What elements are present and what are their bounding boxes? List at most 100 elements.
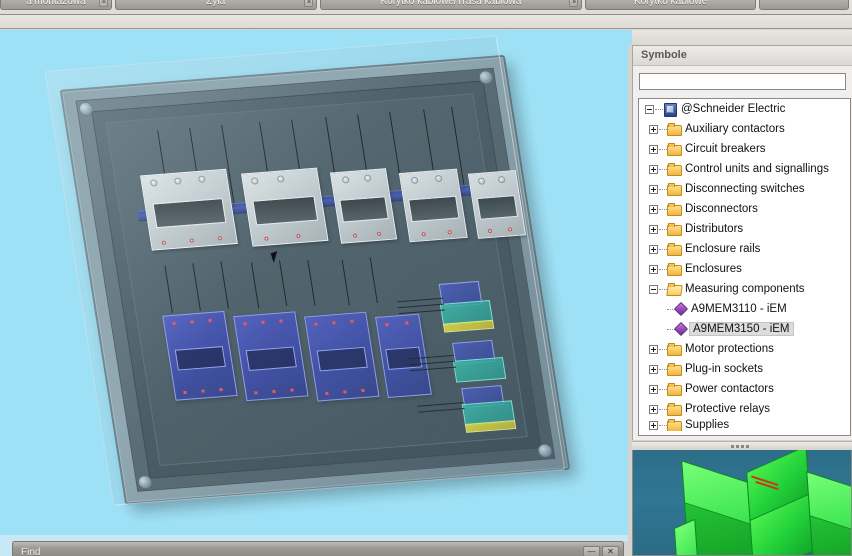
tree-item-measuring-components[interactable]: Measuring components bbox=[639, 279, 850, 299]
expand-toggle-icon[interactable] bbox=[649, 420, 658, 430]
folder-icon bbox=[667, 363, 682, 376]
tab-zyla[interactable]: Żyła ⇲ bbox=[114, 0, 317, 10]
tree-connector bbox=[659, 408, 667, 410]
symbols-tree[interactable]: @Schneider Electric Auxiliary contactors… bbox=[638, 98, 851, 436]
expand-toggle-icon[interactable] bbox=[649, 184, 658, 194]
folder-icon bbox=[667, 343, 682, 356]
tab-label: a montażowa bbox=[26, 0, 86, 7]
tree-item-schneider-electric[interactable]: @Schneider Electric bbox=[639, 99, 850, 119]
tab-overflow[interactable] bbox=[759, 0, 850, 10]
tree-connector bbox=[659, 148, 667, 150]
tree-item-power-contactors[interactable]: Power contactors bbox=[639, 379, 850, 399]
viewport-left-filler bbox=[0, 535, 12, 556]
tree-item-supplies[interactable]: Supplies bbox=[639, 419, 850, 431]
symbols-panel: Symbole @Schneider Electric Auxiliary co… bbox=[632, 45, 852, 440]
tree-item-label: Control units and signallings bbox=[685, 163, 829, 175]
tree-item-a9mem3150[interactable]: A9MEM3150 - iEM bbox=[639, 319, 850, 339]
tree-connector bbox=[659, 388, 667, 390]
tree-connector bbox=[659, 128, 667, 130]
tree-item-label: Disconnecting switches bbox=[685, 183, 805, 195]
tree-item-label: Circuit breakers bbox=[685, 143, 766, 155]
tree-item-circuit-breakers[interactable]: Circuit breakers bbox=[639, 139, 850, 159]
expand-toggle-icon[interactable] bbox=[649, 404, 658, 414]
tree-item-label: Distributors bbox=[685, 223, 744, 235]
tree-item-plug-in-sockets[interactable]: Plug-in sockets bbox=[639, 359, 850, 379]
enclosure-door-glass bbox=[44, 35, 566, 506]
tree-connector bbox=[659, 248, 667, 250]
tree-item-label: Disconnectors bbox=[685, 203, 758, 215]
tree-connector bbox=[659, 288, 667, 290]
tree-item-label: A9MEM3110 - iEM bbox=[691, 303, 787, 315]
expand-toggle-icon[interactable] bbox=[649, 364, 658, 374]
tree-item-protective-relays[interactable]: Protective relays bbox=[639, 399, 850, 419]
tab-label: Żyła bbox=[206, 0, 226, 7]
3d-viewport[interactable] bbox=[0, 30, 628, 535]
symbol-preview-panel[interactable] bbox=[632, 450, 852, 556]
tree-item-label: Power contactors bbox=[685, 383, 774, 395]
symbols-search-input[interactable] bbox=[639, 72, 846, 90]
tab-close-icon[interactable]: ⇲ bbox=[568, 0, 578, 7]
expand-toggle-icon[interactable] bbox=[649, 224, 658, 234]
close-icon[interactable]: ✕ bbox=[602, 545, 619, 556]
find-window-titlebar[interactable]: Find — ✕ bbox=[12, 541, 624, 556]
panel-splitter[interactable] bbox=[632, 441, 852, 450]
expand-toggle-icon[interactable] bbox=[649, 264, 658, 274]
tab-label: Korytko kablowe/Trasa kablowa bbox=[380, 0, 522, 7]
tree-connector bbox=[659, 168, 667, 170]
tree-item-label: Measuring components bbox=[685, 283, 805, 295]
symbols-panel-title: Symbole bbox=[633, 46, 852, 66]
tree-item-label: Protective relays bbox=[685, 403, 771, 415]
folder-icon bbox=[667, 243, 682, 256]
expand-toggle-icon[interactable] bbox=[649, 124, 658, 134]
tree-connector bbox=[659, 424, 667, 426]
folder-icon bbox=[667, 183, 682, 196]
tree-item-label: A9MEM3150 - iEM bbox=[689, 322, 794, 336]
tree-item-label: Plug-in sockets bbox=[685, 363, 763, 375]
tab-close-icon[interactable]: ⇲ bbox=[98, 0, 108, 7]
folder-icon bbox=[667, 203, 682, 216]
tree-item-enclosures[interactable]: Enclosures bbox=[639, 259, 850, 279]
tree-item-motor-protections[interactable]: Motor protections bbox=[639, 339, 850, 359]
tree-item-disconnectors[interactable]: Disconnectors bbox=[639, 199, 850, 219]
splitter-grip-icon bbox=[731, 444, 753, 448]
tab-close-icon[interactable]: ⇲ bbox=[303, 0, 313, 7]
tree-item-distributors[interactable]: Distributors bbox=[639, 219, 850, 239]
tab-strip-divider bbox=[0, 14, 852, 15]
tab-korytko-kablowe[interactable]: Korytko kablowe bbox=[584, 0, 757, 10]
find-window-title: Find bbox=[21, 546, 41, 556]
tree-item-disconnecting-switches[interactable]: Disconnecting switches bbox=[639, 179, 850, 199]
expand-toggle-icon[interactable] bbox=[649, 204, 658, 214]
tree-item-label: Auxiliary contactors bbox=[685, 123, 785, 135]
folder-icon bbox=[667, 419, 682, 431]
tree-connector bbox=[659, 348, 667, 350]
expand-toggle-icon[interactable] bbox=[649, 344, 658, 354]
collapse-toggle-icon[interactable] bbox=[649, 284, 658, 294]
document-tab-strip: a montażowa ⇲ Żyła ⇲ Korytko kablowe/Tra… bbox=[0, 0, 852, 29]
preview-3d-model bbox=[663, 450, 851, 555]
expand-toggle-icon[interactable] bbox=[649, 244, 658, 254]
tree-item-auxiliary-contactors[interactable]: Auxiliary contactors bbox=[639, 119, 850, 139]
tree-item-a9mem3110[interactable]: A9MEM3110 - iEM bbox=[639, 299, 850, 319]
viewport-right-edge bbox=[628, 30, 632, 45]
symbol-diamond-icon bbox=[675, 323, 687, 335]
expand-toggle-icon[interactable] bbox=[649, 144, 658, 154]
tree-item-label: Motor protections bbox=[685, 343, 774, 355]
folder-icon bbox=[667, 163, 682, 176]
tab-plyta-montazowa[interactable]: a montażowa ⇲ bbox=[0, 0, 112, 10]
folder-open-icon bbox=[667, 283, 681, 295]
folder-icon bbox=[667, 143, 682, 156]
tree-connector bbox=[659, 208, 667, 210]
expand-toggle-icon[interactable] bbox=[649, 384, 658, 394]
tree-item-enclosure-rails[interactable]: Enclosure rails bbox=[639, 239, 850, 259]
tree-item-control-units-and-signallings[interactable]: Control units and signallings bbox=[639, 159, 850, 179]
expand-toggle-icon[interactable] bbox=[649, 164, 658, 174]
minimize-icon[interactable]: — bbox=[583, 545, 600, 556]
folder-icon bbox=[667, 123, 682, 136]
collapse-toggle-icon[interactable] bbox=[645, 104, 654, 114]
viewport-scene bbox=[0, 30, 628, 535]
symbol-diamond-icon bbox=[675, 303, 687, 315]
tree-connector bbox=[659, 368, 667, 370]
tab-strip-body bbox=[0, 15, 852, 29]
tab-korytko-kablowe-trasa-kablowa[interactable]: Korytko kablowe/Trasa kablowa ⇲ bbox=[319, 0, 582, 10]
tree-connector bbox=[659, 228, 667, 230]
